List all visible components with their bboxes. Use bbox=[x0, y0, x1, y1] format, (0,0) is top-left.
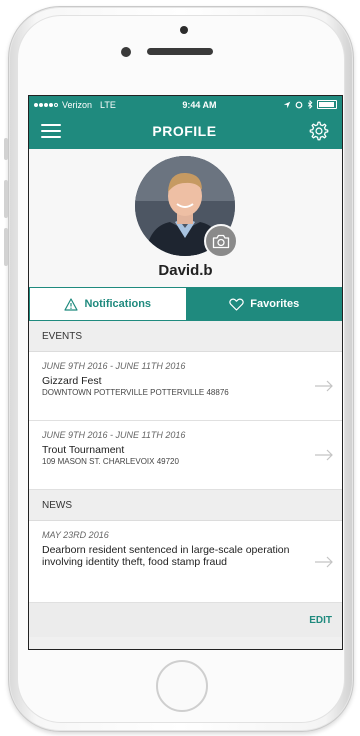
tab-favorites[interactable]: Favorites bbox=[186, 287, 342, 321]
earpiece-speaker bbox=[147, 48, 213, 55]
username: David.b bbox=[158, 262, 213, 279]
volume-down-button bbox=[4, 228, 8, 266]
gear-icon[interactable] bbox=[308, 120, 330, 142]
profile-tabs: Notifications Favorites bbox=[29, 287, 342, 321]
status-time: 9:44 AM bbox=[182, 99, 217, 110]
camera-icon bbox=[212, 234, 230, 248]
navigation-bar: PROFILE bbox=[29, 113, 342, 149]
network-label: LTE bbox=[100, 99, 116, 110]
profile-header: David.b bbox=[29, 149, 342, 287]
list-item[interactable]: JUNE 9TH 2016 - JUNE 11TH 2016 Trout Tou… bbox=[29, 421, 342, 490]
battery-icon bbox=[317, 100, 337, 109]
bluetooth-icon bbox=[307, 100, 313, 109]
event-address: 109 MASON ST. CHARLEVOIX 49720 bbox=[42, 457, 179, 466]
tab-favorites-label: Favorites bbox=[250, 298, 300, 310]
carrier-label: Verizon bbox=[62, 99, 93, 110]
page-title: PROFILE bbox=[152, 123, 217, 139]
signal-strength-icon bbox=[34, 102, 58, 107]
mute-switch bbox=[4, 138, 8, 160]
news-date: MAY 23RD 2016 bbox=[42, 530, 109, 540]
menu-icon[interactable] bbox=[41, 124, 61, 138]
list-item[interactable]: MAY 23RD 2016 Dearborn resident sentence… bbox=[29, 521, 342, 603]
status-bar: Verizon LTE 9:44 AM bbox=[29, 96, 342, 113]
event-date: JUNE 9TH 2016 - JUNE 11TH 2016 bbox=[42, 430, 186, 440]
change-photo-button[interactable] bbox=[204, 224, 238, 258]
event-title: Gizzard Fest bbox=[42, 375, 102, 387]
volume-up-button bbox=[4, 180, 8, 218]
heart-icon bbox=[229, 298, 245, 311]
edit-button[interactable]: EDIT bbox=[309, 615, 332, 626]
home-button[interactable] bbox=[156, 660, 208, 712]
arrow-right-icon bbox=[315, 556, 333, 567]
arrow-right-icon bbox=[315, 449, 333, 461]
tab-notifications[interactable]: Notifications bbox=[29, 287, 187, 321]
event-address: DOWNTOWN POTTERVILLE POTTERVILLE 48876 bbox=[42, 388, 229, 397]
warning-icon bbox=[64, 297, 79, 311]
alarm-icon bbox=[295, 101, 303, 108]
arrow-right-icon bbox=[315, 380, 333, 392]
front-camera bbox=[121, 47, 131, 57]
event-date: JUNE 9TH 2016 - JUNE 11TH 2016 bbox=[42, 361, 186, 371]
app-screen: Verizon LTE 9:44 AM PROFILE David.b Noti… bbox=[28, 95, 343, 650]
news-title: Dearborn resident sentenced in large-sca… bbox=[42, 544, 290, 568]
location-icon bbox=[283, 101, 291, 108]
event-title: Trout Tournament bbox=[42, 444, 125, 456]
tab-notifications-label: Notifications bbox=[84, 298, 152, 310]
proximity-sensor bbox=[180, 26, 188, 34]
edit-bar: EDIT bbox=[29, 603, 342, 637]
list-item[interactable]: JUNE 9TH 2016 - JUNE 11TH 2016 Gizzard F… bbox=[29, 352, 342, 421]
events-section-header: EVENTS bbox=[29, 321, 342, 352]
news-section-header: NEWS bbox=[29, 490, 342, 521]
